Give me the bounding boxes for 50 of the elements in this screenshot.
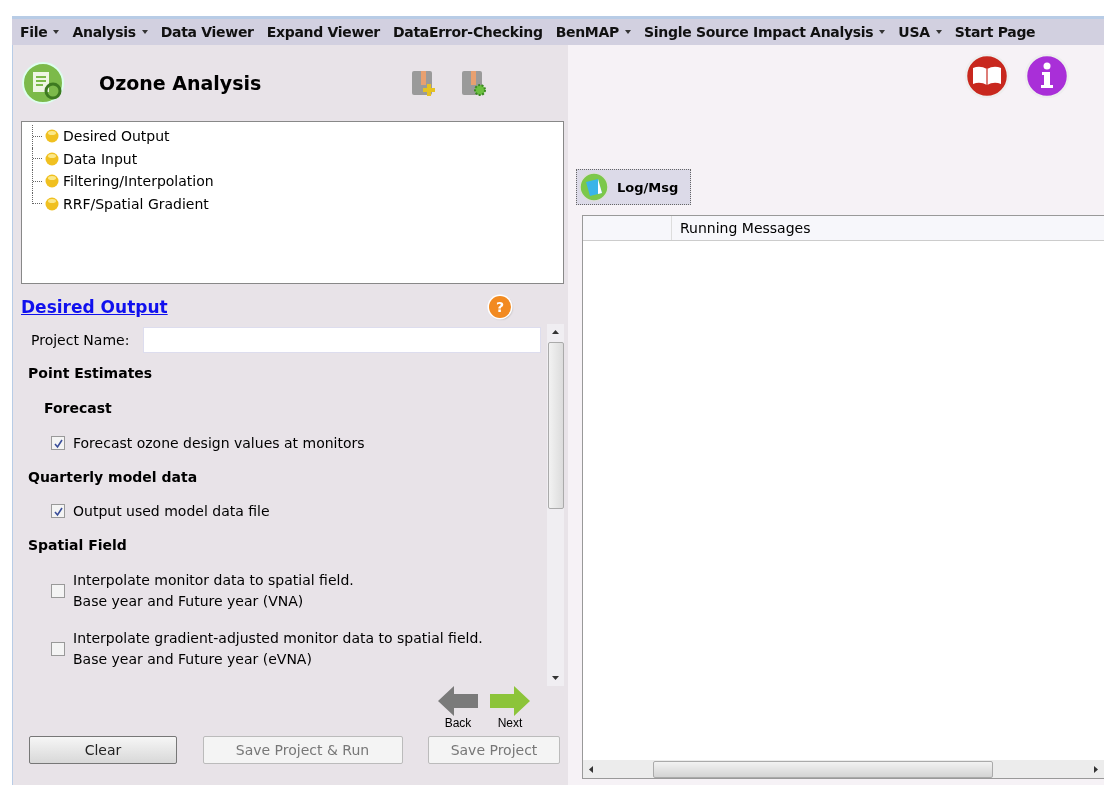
checkbox-label: Forecast ozone design values at monitors — [73, 433, 365, 453]
field-label: Project Name: — [31, 332, 130, 348]
checkbox-label: Interpolate gradient-adjusted monitor data to spatial field. Base year and Future year (eVNA) — [73, 629, 483, 669]
tree-item[interactable]: Filtering/Interpolation — [63, 173, 214, 190]
section-heading: Spatial Field — [28, 536, 128, 555]
section-link[interactable]: Desired Output — [21, 297, 168, 317]
section-heading: Quarterly model data — [28, 468, 199, 487]
panel-title: Ozone Analysis — [99, 72, 263, 94]
menu-item[interactable]: File — [20, 24, 60, 40]
checkbox[interactable] — [51, 642, 65, 656]
menu-item[interactable]: DataError-Checking — [392, 24, 543, 40]
scroll-down-icon[interactable] — [552, 676, 559, 680]
menu-item[interactable]: Data Viewer — [160, 24, 254, 40]
checkbox-label: Output used model data file — [73, 501, 270, 521]
info-icon[interactable] — [1024, 53, 1070, 99]
notepad-icon — [579, 172, 609, 202]
project-name-field[interactable] — [143, 327, 541, 353]
caret-icon — [53, 30, 60, 34]
checkbox[interactable] — [51, 436, 65, 450]
scroll-left-icon[interactable] — [589, 765, 593, 773]
project-settings-icon[interactable] — [459, 68, 489, 98]
subsection-heading: Forecast — [43, 399, 113, 418]
book-icon[interactable] — [964, 53, 1010, 99]
menu-item[interactable]: Start Page — [954, 24, 1036, 40]
scroll-right-icon[interactable] — [1094, 765, 1098, 773]
tab[interactable]: Log/Msg — [576, 169, 692, 205]
menu-item[interactable]: Single Source Impact Analysis — [644, 24, 886, 40]
tree-item[interactable]: Data Input — [63, 150, 138, 167]
caret-icon — [625, 30, 631, 34]
horizontal-scrollbar[interactable] — [583, 760, 1104, 778]
checkbox[interactable] — [51, 584, 65, 598]
checkbox-label: Interpolate monitor data to spatial field. Base year and Future year (VNA) — [73, 571, 354, 611]
node-ball-icon — [45, 196, 59, 211]
menu-item[interactable]: Analysis — [72, 24, 148, 40]
caret-icon — [935, 30, 942, 34]
vertical-scrollbar[interactable] — [547, 324, 564, 686]
node-ball-icon — [45, 174, 59, 189]
caret-icon — [141, 30, 148, 34]
tree-item[interactable]: RRF/Spatial Gradient — [63, 195, 209, 212]
menu-item[interactable]: USA — [898, 24, 942, 40]
checkbox[interactable] — [51, 504, 65, 518]
menu-item[interactable]: BenMAP — [555, 24, 631, 40]
tree-item[interactable]: Desired Output — [63, 128, 170, 145]
node-ball-icon — [45, 129, 59, 144]
caret-icon — [879, 30, 886, 34]
action-button[interactable]: Clear — [29, 736, 177, 764]
section-heading: Point Estimates — [28, 364, 154, 383]
scroll-up-icon[interactable] — [552, 330, 559, 334]
node-ball-icon — [45, 151, 59, 166]
menu-item[interactable]: Expand Viewer — [266, 24, 380, 40]
